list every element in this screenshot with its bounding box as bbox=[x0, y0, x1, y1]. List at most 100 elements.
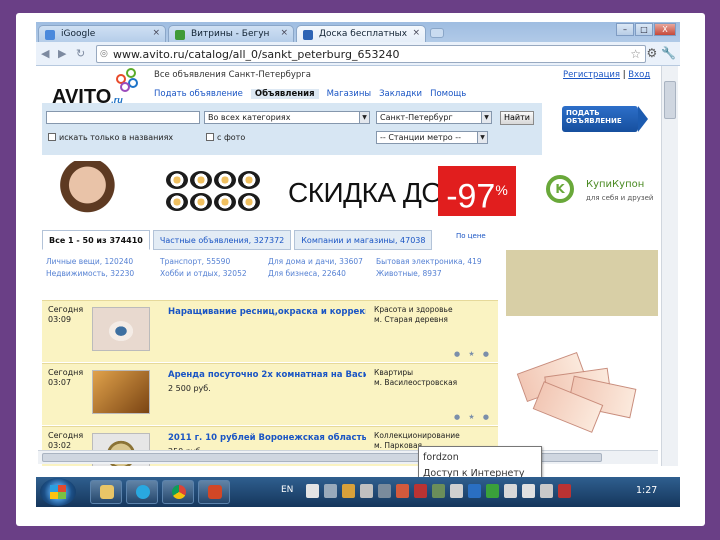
listing-tabs: Все 1 - 50 из 374410 Частные объявления,… bbox=[42, 230, 435, 252]
bookmark-star-icon[interactable]: ☆ bbox=[630, 47, 641, 61]
tab-all[interactable]: Все 1 - 50 из 374410 bbox=[42, 230, 150, 250]
listing-category: Квартиры м. Василеостровская bbox=[374, 368, 458, 387]
maximize-button[interactable]: □ bbox=[635, 23, 653, 36]
title-only-label: искать только в названиях bbox=[59, 133, 174, 142]
ad-banner[interactable]: СКИДКА ДО -97% K КупиКупон для себя и др… bbox=[38, 161, 658, 221]
listing-actions[interactable]: ● ★ ● bbox=[454, 350, 492, 358]
category-select[interactable]: Во всех категориях ▼ bbox=[204, 111, 370, 124]
category-link[interactable]: Личные вещи, 120240 bbox=[46, 256, 174, 268]
listing-row[interactable]: Сегодня 03:09 Наращивание ресниц,окраска … bbox=[42, 300, 498, 362]
sort-by-price-link[interactable]: По цене bbox=[456, 232, 486, 240]
taskbar-chrome[interactable] bbox=[162, 480, 194, 504]
tray-icon[interactable] bbox=[306, 484, 319, 498]
tray-icon[interactable] bbox=[342, 484, 355, 498]
chrome-icon bbox=[172, 485, 186, 499]
listing-title[interactable]: Наращивание ресниц,окраска и коррекция bbox=[168, 307, 366, 317]
browser-toolbar: ◀ ▶ ↻ ◎ www.avito.ru/catalog/all_0/sankt… bbox=[36, 42, 680, 66]
network-icon[interactable] bbox=[504, 484, 517, 498]
listing-title[interactable]: Аренда посуточно 2х комнатная на Василье… bbox=[168, 370, 366, 380]
listing-row[interactable]: Сегодня 03:07 Аренда посуточно 2х комнатн… bbox=[42, 363, 498, 425]
language-indicator[interactable]: EN bbox=[281, 485, 293, 495]
tray-icon[interactable] bbox=[468, 484, 481, 498]
chevron-down-icon: ▼ bbox=[477, 132, 487, 143]
address-bar[interactable]: ◎ www.avito.ru/catalog/all_0/sankt_peter… bbox=[96, 45, 646, 63]
tab-private[interactable]: Частные объявления, 327372 bbox=[152, 230, 292, 250]
register-link[interactable]: Регистрация bbox=[563, 70, 620, 80]
tray-icon[interactable] bbox=[486, 484, 499, 498]
volume-icon[interactable] bbox=[522, 484, 535, 498]
globe-icon: ◎ bbox=[100, 49, 108, 59]
horizontal-scrollbar[interactable] bbox=[38, 450, 658, 464]
city-select[interactable]: Санкт-Петербург ▼ bbox=[376, 111, 492, 124]
title-only-checkbox[interactable]: искать только в названиях bbox=[48, 133, 173, 142]
tab-igoogle[interactable]: iGoogle × bbox=[38, 25, 166, 42]
nav-bookmarks[interactable]: Закладки bbox=[379, 89, 422, 99]
close-icon[interactable]: × bbox=[412, 28, 420, 38]
nav-help[interactable]: Помощь bbox=[430, 89, 466, 99]
back-icon[interactable]: ◀ bbox=[41, 47, 49, 60]
kupikupon-name: КупиКупон bbox=[586, 179, 645, 190]
nav-post-ad[interactable]: Подать объявление bbox=[154, 89, 243, 99]
powerpoint-icon bbox=[208, 485, 222, 499]
tray-icon[interactable] bbox=[450, 484, 463, 498]
listing-title[interactable]: 2011 г. 10 рублей Воронежская область bbox=[168, 433, 366, 443]
photo-checkbox[interactable]: с фото bbox=[206, 133, 245, 142]
taskbar-clock[interactable]: 1:27 bbox=[636, 485, 657, 496]
start-button[interactable] bbox=[40, 478, 76, 506]
tab-avito[interactable]: Доска бесплатных × bbox=[296, 25, 426, 43]
search-button[interactable]: Найти bbox=[500, 111, 534, 125]
listing-actions[interactable]: ● ★ ● bbox=[454, 413, 492, 421]
taskbar-explorer[interactable] bbox=[90, 480, 122, 504]
tray-icon[interactable] bbox=[324, 484, 337, 498]
vertical-scrollbar[interactable] bbox=[661, 66, 678, 466]
wrench-icon[interactable]: ⚙ 🔧 bbox=[646, 46, 676, 60]
tray-icon[interactable] bbox=[558, 484, 571, 498]
tab-begun[interactable]: Витрины - Бегун × bbox=[168, 25, 294, 42]
tab-label: Витрины - Бегун bbox=[191, 29, 270, 39]
tray-icon[interactable] bbox=[378, 484, 391, 498]
tray-icon[interactable] bbox=[432, 484, 445, 498]
site-subtitle: Все объявления Санкт-Петербурга bbox=[154, 70, 311, 80]
category-link[interactable]: Животные, 8937 bbox=[376, 268, 504, 280]
tray-icon[interactable] bbox=[540, 484, 553, 498]
window-controls: – □ X bbox=[616, 23, 676, 36]
forward-icon[interactable]: ▶ bbox=[58, 47, 66, 60]
tray-icon[interactable] bbox=[414, 484, 427, 498]
listing-price: 2 500 руб. bbox=[168, 384, 211, 393]
listing-list: Сегодня 03:09 Наращивание ресниц,окраска … bbox=[42, 300, 498, 466]
web-page: AVITO.ru Все объявления Санкт-Петербурга… bbox=[38, 66, 658, 466]
tab-companies[interactable]: Компании и магазины, 47038 bbox=[294, 230, 433, 250]
new-tab-button[interactable] bbox=[430, 28, 444, 38]
listing-thumbnail[interactable] bbox=[92, 307, 150, 351]
site-nav: Подать объявление Объявления Магазины За… bbox=[154, 89, 466, 99]
nav-shops[interactable]: Магазины bbox=[327, 89, 372, 99]
search-input[interactable] bbox=[46, 111, 200, 124]
windows-logo-icon bbox=[50, 485, 66, 499]
nav-ads[interactable]: Объявления bbox=[250, 89, 319, 99]
category-value: Во всех категориях bbox=[208, 113, 291, 122]
begun-icon bbox=[175, 30, 185, 40]
sale-badge: -97% bbox=[438, 166, 516, 216]
taskbar-skype[interactable] bbox=[126, 480, 158, 504]
tab-label: Доска бесплатных bbox=[319, 29, 408, 39]
category-link[interactable]: Недвижимость, 32230 bbox=[46, 268, 174, 280]
igoogle-icon bbox=[45, 30, 55, 40]
search-panel: Во всех категориях ▼ Санкт-Петербург ▼ Н… bbox=[42, 103, 542, 155]
metro-select[interactable]: -- Станции метро -- ▼ bbox=[376, 131, 488, 144]
login-link[interactable]: Вход bbox=[628, 70, 650, 80]
woman-sushi-image bbox=[50, 161, 118, 221]
minimize-button[interactable]: – bbox=[616, 23, 634, 36]
sale-value: -97 bbox=[446, 177, 496, 216]
scrollbar-thumb[interactable] bbox=[664, 81, 676, 119]
listing-thumbnail[interactable] bbox=[92, 370, 150, 414]
reload-icon[interactable]: ↻ bbox=[76, 47, 85, 60]
post-ad-button[interactable]: ПОДАТЬ ОБЪЯВЛЕНИЕ bbox=[562, 106, 648, 132]
close-window-button[interactable]: X bbox=[654, 23, 676, 36]
tray-icon[interactable] bbox=[396, 484, 409, 498]
close-icon[interactable]: × bbox=[280, 28, 288, 38]
taskbar-powerpoint[interactable] bbox=[198, 480, 230, 504]
category-link[interactable]: Бытовая электроника, 419 bbox=[376, 256, 504, 268]
tray-icon[interactable] bbox=[360, 484, 373, 498]
url-text: www.avito.ru/catalog/all_0/sankt_peterbu… bbox=[113, 48, 400, 61]
close-icon[interactable]: × bbox=[152, 28, 160, 38]
